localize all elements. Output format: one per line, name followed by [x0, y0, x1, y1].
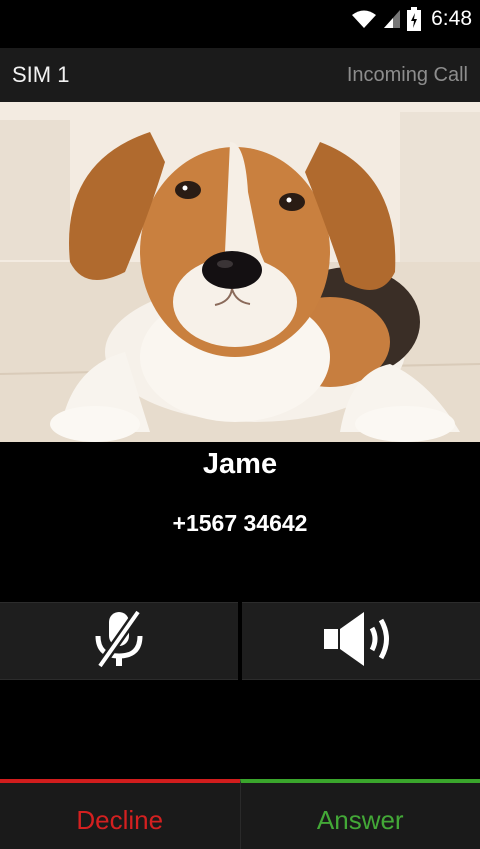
caller-number: +1567 34642	[172, 510, 308, 536]
battery-icon	[407, 7, 422, 31]
sim-label: SIM 1	[12, 62, 70, 87]
answer-label: Answer	[316, 804, 404, 835]
call-header: SIM 1 Incoming Call	[0, 48, 480, 102]
mute-button[interactable]	[0, 602, 238, 680]
caller-photo	[0, 102, 480, 442]
call-state-label: Incoming Call	[346, 63, 468, 86]
call-controls	[0, 602, 480, 680]
status-bar: 6:48	[0, 0, 480, 38]
wifi-icon	[351, 9, 377, 29]
decline-button[interactable]: Decline	[0, 779, 240, 849]
microphone-muted-icon	[88, 608, 150, 675]
incoming-call-screen: 6:48 SIM 1 Incoming Call Jame +1567 3464…	[0, 0, 480, 849]
speaker-button[interactable]	[242, 602, 480, 680]
status-time: 6:48	[431, 7, 472, 30]
speaker-icon	[320, 608, 402, 675]
answer-button[interactable]: Answer	[239, 779, 480, 849]
caller-name: Jame	[202, 448, 278, 480]
decline-label: Decline	[76, 804, 164, 835]
signal-icon	[383, 9, 401, 29]
call-actions: Decline Answer	[0, 779, 480, 849]
